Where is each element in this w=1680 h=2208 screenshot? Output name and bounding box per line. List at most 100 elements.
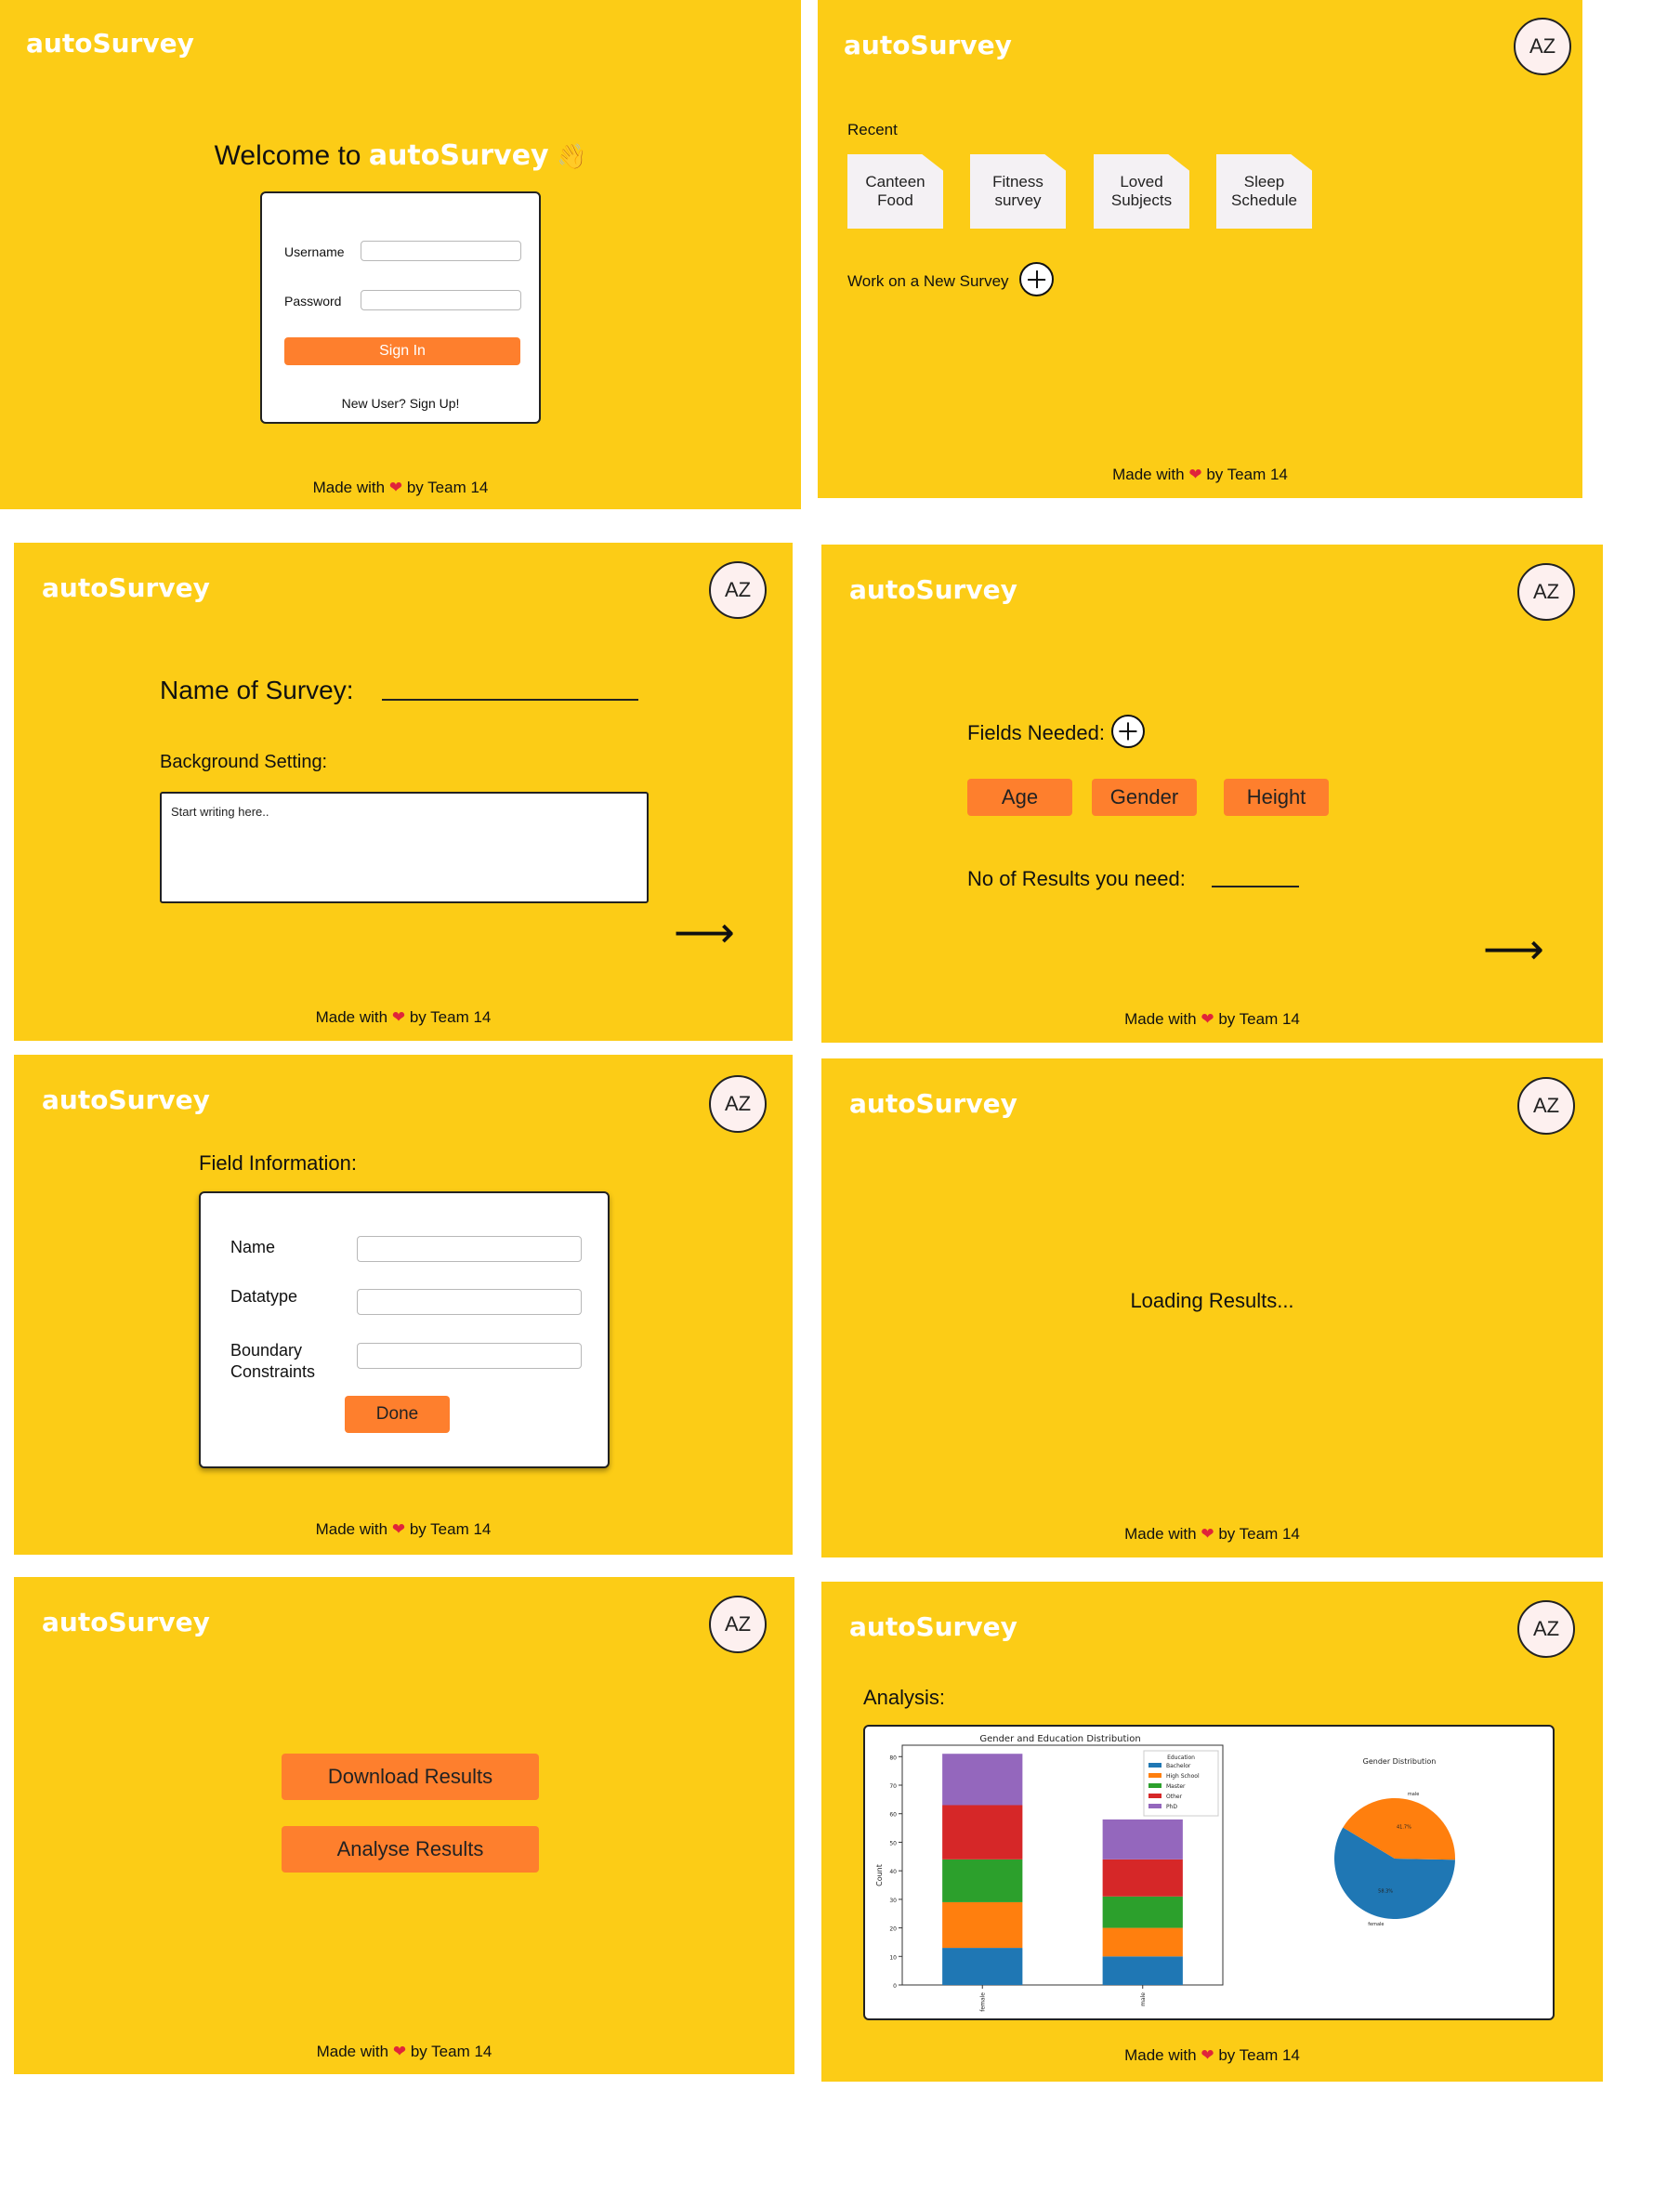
footer: Made with ❤ by Team 14 <box>818 466 1582 484</box>
legend-label: Bachelor <box>1166 1763 1191 1769</box>
legend-label: High School <box>1166 1773 1200 1780</box>
password-label: Password <box>284 294 342 309</box>
analysis-screen: autoSurvey AZ Analysis: Gender and Educa… <box>821 1582 1603 2082</box>
legend-swatch <box>1148 1804 1162 1808</box>
welcome-heading: Welcome to autoSurvey 👋 <box>0 139 801 172</box>
legend-label: Master <box>1166 1783 1186 1790</box>
pie-chart: Gender Distribution 58.3% female 41.7% male <box>1334 1757 1456 1927</box>
avatar[interactable]: AZ <box>709 561 767 619</box>
new-survey-label[interactable]: Work on a New Survey <box>847 272 1009 291</box>
brand-logo: autoSurvey <box>42 572 210 603</box>
footer-prefix: Made with <box>1124 1010 1197 1028</box>
footer: Made with ❤ by Team 14 <box>14 1008 793 1027</box>
legend-swatch <box>1148 1763 1162 1768</box>
loading-text: Loading Results... <box>1130 1289 1294 1312</box>
legend-label: Other <box>1166 1794 1183 1800</box>
username-input[interactable] <box>361 241 521 261</box>
analyse-results-button[interactable]: Analyse Results <box>282 1826 539 1873</box>
recent-survey-tile[interactable]: Canteen Food <box>847 154 943 229</box>
next-arrow-icon[interactable]: ⟶ <box>674 911 735 953</box>
bar-segment <box>1102 1927 1183 1957</box>
recent-survey-tile[interactable]: Sleep Schedule <box>1216 154 1312 229</box>
bar-segment <box>942 1805 1023 1860</box>
footer-prefix: Made with <box>315 1520 388 1538</box>
welcome-text: Welcome to <box>214 140 369 171</box>
survey-name-input[interactable] <box>382 699 638 701</box>
bar-segment <box>1102 1896 1183 1928</box>
y-tick-label: 40 <box>889 1869 897 1875</box>
bar-segment <box>942 1859 1023 1902</box>
boundary-input[interactable] <box>357 1343 582 1369</box>
add-field-icon[interactable] <box>1111 715 1145 748</box>
stacked-bar-chart: Gender and Education Distribution Count … <box>875 1734 1224 2012</box>
bar-segment <box>942 1901 1023 1949</box>
brand-logo: autoSurvey <box>42 1607 210 1637</box>
field-chip-height[interactable]: Height <box>1224 779 1329 816</box>
recent-label: Recent <box>847 121 898 138</box>
background-textarea[interactable]: Start writing here.. <box>160 792 649 903</box>
bar-segment <box>942 1948 1023 1985</box>
recent-survey-tile[interactable]: Loved Subjects <box>1094 154 1189 229</box>
pie-chart-title: Gender Distribution <box>1363 1757 1437 1766</box>
footer-prefix: Made with <box>1124 2046 1197 2064</box>
tile-title: Loved <box>1120 173 1163 191</box>
password-input[interactable] <box>361 290 521 310</box>
footer-suffix: by Team 14 <box>406 479 489 496</box>
bar-segment <box>1102 1859 1183 1897</box>
avatar[interactable]: AZ <box>1517 1600 1575 1658</box>
y-tick-label: 80 <box>889 1755 897 1761</box>
footer-prefix: Made with <box>1112 466 1185 483</box>
legend-swatch <box>1148 1773 1162 1778</box>
tile-title: Fitness <box>992 173 1043 191</box>
add-survey-icon[interactable] <box>1019 262 1054 296</box>
bar-segment <box>942 1754 1023 1806</box>
done-button[interactable]: Done <box>345 1396 450 1433</box>
avatar[interactable]: AZ <box>1517 1077 1575 1135</box>
next-arrow-icon[interactable]: ⟶ <box>1483 927 1544 970</box>
field-info-title: Field Information: <box>199 1151 357 1175</box>
results-count-input[interactable] <box>1212 886 1299 887</box>
legend-title: Education <box>1167 1755 1195 1761</box>
field-chip-gender[interactable]: Gender <box>1092 779 1197 816</box>
footer-suffix: by Team 14 <box>1206 466 1288 483</box>
footer: Made with ❤ by Team 14 <box>14 1520 793 1539</box>
field-info-card: Name Datatype Boundary Constraints Done <box>199 1191 610 1468</box>
welcome-brand: autoSurvey <box>368 139 549 172</box>
analysis-chart-card: Gender and Education Distribution Count … <box>863 1725 1555 2020</box>
field-name-input[interactable] <box>357 1236 582 1262</box>
field-chip-age[interactable]: Age <box>967 779 1072 816</box>
avatar[interactable]: AZ <box>709 1075 767 1133</box>
dashboard-screen: autoSurvey AZ Recent Canteen Food Fitness… <box>818 0 1582 498</box>
avatar[interactable]: AZ <box>1514 18 1571 75</box>
tile-title: Sleep <box>1243 173 1285 191</box>
login-screen: autoSurvey Welcome to autoSurvey 👋 Usern… <box>0 0 801 509</box>
boundary-label: Boundary Constraints <box>230 1340 315 1383</box>
survey-setup-screen: autoSurvey AZ Name of Survey: Background… <box>14 543 793 1041</box>
y-tick-label: 30 <box>889 1898 897 1904</box>
heart-icon: ❤ <box>1201 2046 1214 2064</box>
brand-logo: autoSurvey <box>849 1088 1017 1119</box>
signup-link[interactable]: New User? Sign Up! <box>262 396 539 411</box>
bar-segment <box>1102 1819 1183 1860</box>
boundary-label-line: Boundary <box>230 1341 303 1360</box>
background-label: Background Setting: <box>160 752 328 772</box>
fields-screen: autoSurvey AZ Fields Needed: Age Gender … <box>821 545 1603 1043</box>
survey-name-label: Name of Survey: <box>160 676 354 704</box>
brand-logo: autoSurvey <box>849 1611 1017 1642</box>
avatar[interactable]: AZ <box>1517 563 1575 621</box>
pie-category-label: female <box>1368 1922 1384 1927</box>
heart-icon: ❤ <box>1201 1010 1214 1028</box>
footer-prefix: Made with <box>1124 1525 1197 1543</box>
legend-label: PhD <box>1166 1804 1177 1810</box>
y-tick-label: 50 <box>889 1840 897 1847</box>
recent-survey-tile[interactable]: Fitness survey <box>970 154 1066 229</box>
y-tick-label: 60 <box>889 1812 897 1819</box>
footer: Made with ❤ by Team 14 <box>821 2046 1603 2065</box>
bar-segment <box>1102 1956 1183 1985</box>
footer-prefix: Made with <box>312 479 386 496</box>
datatype-input[interactable] <box>357 1289 582 1315</box>
download-results-button[interactable]: Download Results <box>282 1754 539 1800</box>
avatar[interactable]: AZ <box>709 1596 767 1653</box>
heart-icon: ❤ <box>391 1520 406 1538</box>
sign-in-button[interactable]: Sign In <box>284 337 520 365</box>
